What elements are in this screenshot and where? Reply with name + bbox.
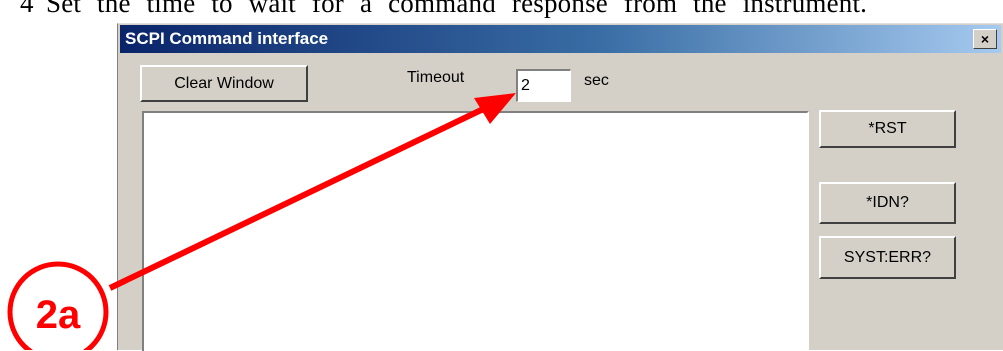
annotation-label: 2a xyxy=(36,293,81,337)
annotation-arrow-line xyxy=(108,98,502,291)
annotation-overlay: 2a xyxy=(7,93,516,350)
